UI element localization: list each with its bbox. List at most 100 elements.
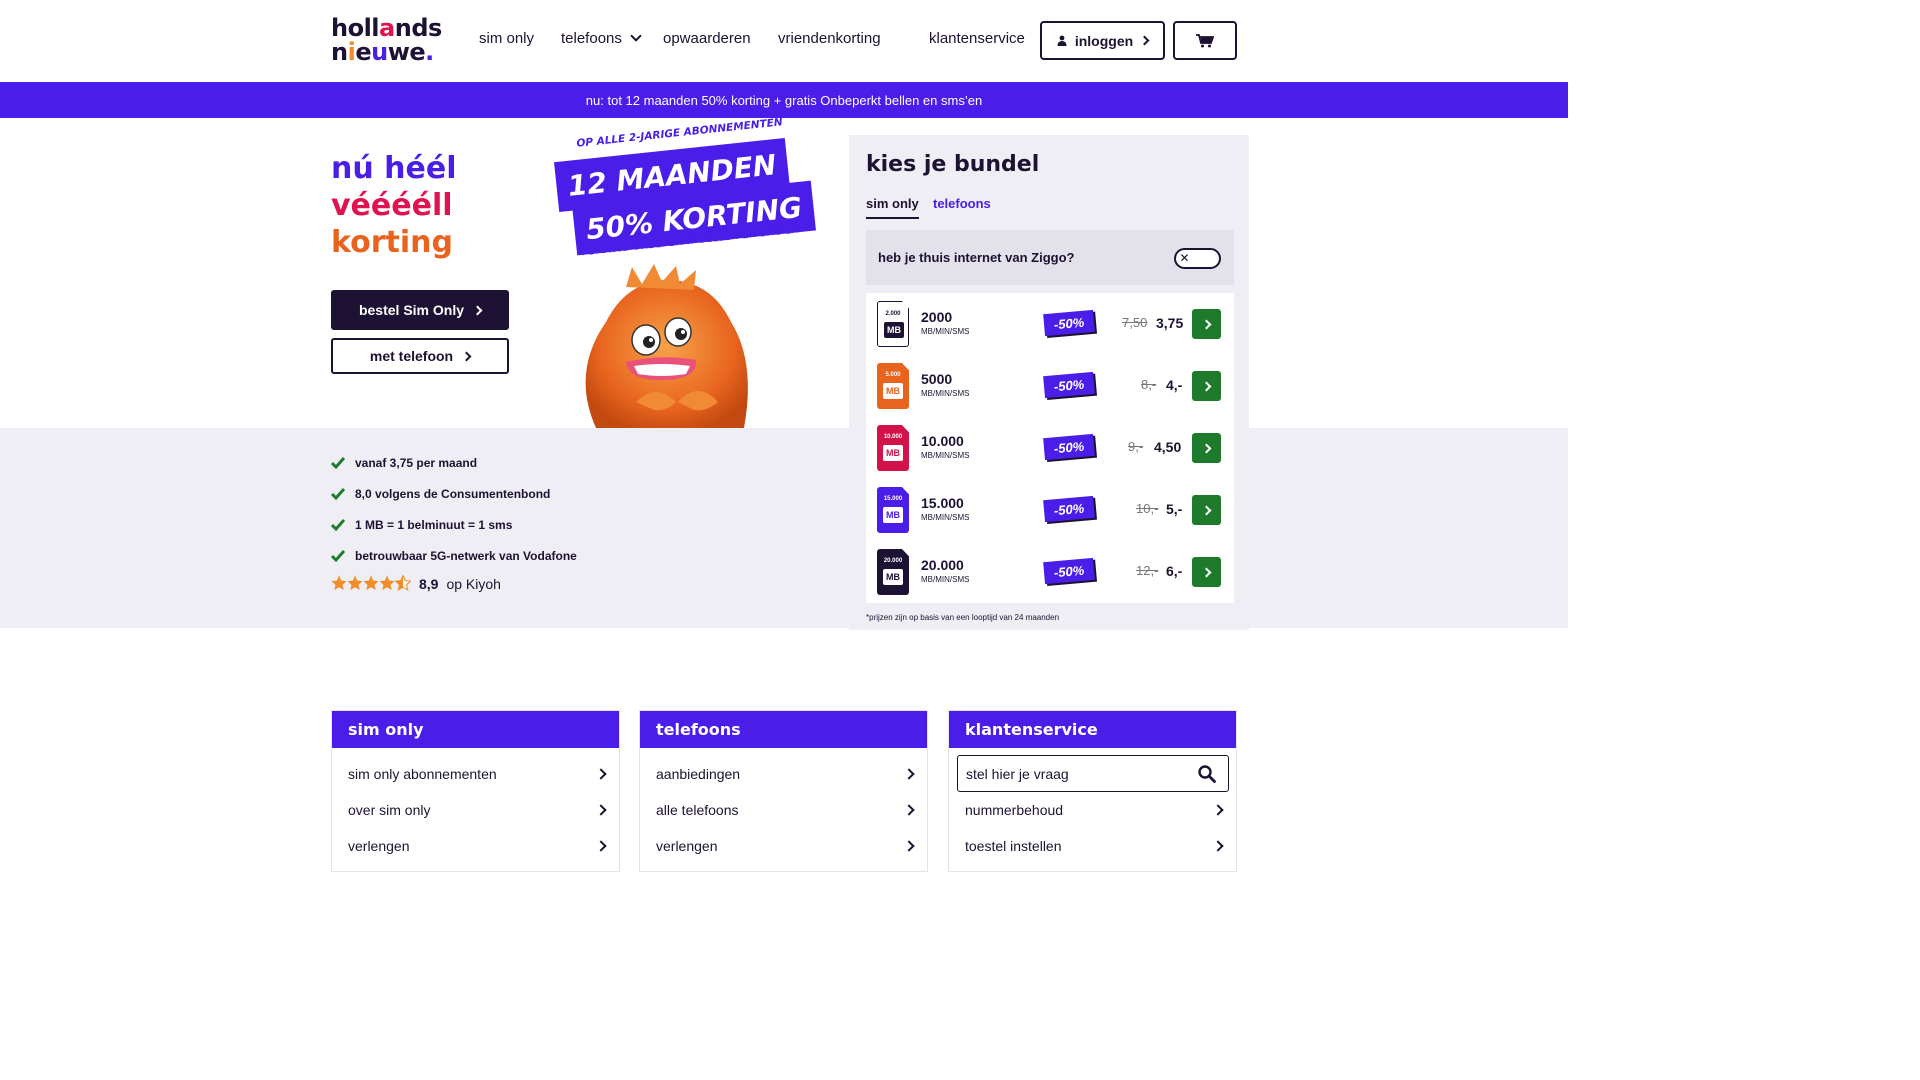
chevron-right-icon — [1201, 381, 1212, 391]
card-link-label: nummerbehoud — [965, 802, 1064, 818]
select-bundle-button[interactable] — [1192, 433, 1221, 463]
order-sim-only-button[interactable]: bestel Sim Only — [331, 290, 509, 330]
old-price: 12,- — [1136, 563, 1159, 578]
card-title: telefoons — [640, 711, 927, 748]
rating-score: 8,9 — [419, 575, 439, 592]
bundle-row[interactable]: 10.000 MB 10.000 MB/MIN/SMS -50% 9,- 4,5… — [866, 417, 1234, 479]
ziggo-question: heb je thuis internet van Ziggo? — [878, 250, 1075, 265]
card-link-label: aanbiedingen — [656, 766, 741, 782]
sim-card-count: 20.000 — [883, 558, 903, 564]
usp-text: vanaf 3,75 per maand — [355, 456, 478, 470]
chevron-down-icon — [630, 30, 642, 42]
login-button[interactable]: inloggen — [1040, 21, 1165, 60]
old-price: 10,- — [1136, 501, 1159, 516]
sim-card-mb: MB — [883, 445, 903, 461]
select-bundle-button[interactable] — [1192, 495, 1221, 525]
old-price: 9,- — [1128, 439, 1144, 454]
usp-text: 1 MB = 1 belminuut = 1 sms — [355, 518, 513, 532]
discount-badge: -50% — [1043, 433, 1095, 461]
chevron-right-icon — [903, 840, 915, 852]
hero-title: nú héél vééééll korting — [331, 150, 457, 261]
discount-badge: -50% — [1043, 495, 1095, 523]
tab-telefoons[interactable]: telefoons — [933, 196, 991, 211]
select-bundle-button[interactable] — [1192, 557, 1221, 587]
chevron-right-icon — [1201, 567, 1212, 577]
usp-item: betrouwbaar 5G-netwerk van Vodafone — [331, 549, 577, 563]
new-price: 6,- — [1166, 563, 1183, 579]
new-price: 4,- — [1166, 377, 1183, 393]
site-header: hollands nieuwe. sim only telefoons opwa… — [0, 0, 1568, 82]
search-icon[interactable] — [1198, 765, 1216, 783]
check-icon — [331, 488, 345, 501]
check-icon — [331, 457, 345, 470]
chevron-right-icon — [472, 305, 483, 315]
sim-card-mb: MB — [883, 507, 903, 523]
ziggo-toggle[interactable]: ✕ — [1174, 248, 1221, 269]
kiyoh-rating[interactable]: 8,9 op Kiyoh — [331, 575, 501, 592]
card-link[interactable]: toestel instellen — [965, 838, 1224, 854]
sim-card-icon: 2.000 MB — [877, 301, 909, 347]
chevron-right-icon — [1212, 804, 1224, 816]
nav-vriendenkorting[interactable]: vriendenkorting — [778, 30, 881, 47]
card-telefoons: telefoons aanbiedingen alle telefoons ve… — [639, 710, 928, 872]
with-phone-label: met telefoon — [369, 348, 454, 364]
card-link[interactable]: verlengen — [656, 838, 915, 854]
select-bundle-button[interactable] — [1192, 309, 1221, 339]
chevron-right-icon — [1201, 443, 1212, 453]
select-bundle-button[interactable] — [1192, 371, 1221, 401]
with-phone-button[interactable]: met telefoon — [331, 338, 509, 374]
old-price: 7,50 — [1122, 315, 1148, 330]
support-search-input[interactable] — [966, 765, 1186, 782]
old-price: 8,- — [1141, 377, 1157, 392]
chevron-right-icon — [903, 768, 915, 780]
bundle-row[interactable]: 2.000 MB 2000 MB/MIN/SMS -50% 7,50 3,75 — [866, 293, 1234, 355]
sim-card-count: 5.000 — [885, 372, 901, 378]
login-label: inloggen — [1074, 32, 1134, 49]
bundle-amount: 15.000 — [921, 495, 964, 511]
user-icon — [1057, 35, 1067, 46]
nav-telefoons[interactable]: telefoons — [561, 30, 642, 47]
cart-button[interactable] — [1173, 21, 1237, 60]
card-title: sim only — [332, 711, 619, 748]
check-icon — [331, 550, 345, 563]
card-link[interactable]: verlengen — [348, 838, 607, 854]
card-link-label: alle telefoons — [656, 802, 739, 818]
tab-sim-only[interactable]: sim only — [866, 196, 919, 219]
nav-opwaarderen[interactable]: opwaarderen — [663, 30, 751, 47]
bundle-amount: 2000 — [921, 309, 953, 325]
hero-title-line1: nú héél — [331, 151, 457, 186]
sim-card-icon: 5.000 MB — [877, 363, 909, 409]
bundle-amount: 10.000 — [921, 433, 964, 449]
sim-card-mb: MB — [883, 383, 903, 399]
support-search — [957, 755, 1229, 792]
card-link[interactable]: sim only abonnementen — [348, 766, 607, 782]
card-link-label: over sim only — [348, 802, 431, 818]
promo-bar[interactable]: nu: tot 12 maanden 50% korting + gratis … — [0, 82, 1568, 118]
bundle-unit: MB/MIN/SMS — [921, 389, 970, 398]
promo-text: nu: tot 12 maanden 50% korting + gratis … — [585, 92, 983, 108]
hollandsnieuwe-logo[interactable]: hollands nieuwe. — [331, 16, 456, 64]
card-link-label: verlengen — [348, 838, 410, 854]
hero-background — [0, 428, 1568, 628]
bundle-row[interactable]: 5.000 MB 5000 MB/MIN/SMS -50% 8,- 4,- — [866, 355, 1234, 417]
bundle-title: kies je bundel — [866, 152, 1040, 177]
sim-card-count: 15.000 — [883, 496, 903, 502]
discount-badge: -50% — [1043, 557, 1095, 585]
card-sim-only: sim only sim only abonnementen over sim … — [331, 710, 620, 872]
card-link[interactable]: nummerbehoud — [965, 802, 1224, 818]
chevron-right-icon — [1212, 840, 1224, 852]
card-link[interactable]: alle telefoons — [656, 802, 915, 818]
cart-icon — [1196, 33, 1214, 47]
bundle-row[interactable]: 15.000 MB 15.000 MB/MIN/SMS -50% 10,- 5,… — [866, 479, 1234, 541]
bundle-row[interactable]: 20.000 MB 20.000 MB/MIN/SMS -50% 12,- 6,… — [866, 541, 1234, 603]
usp-item: vanaf 3,75 per maand — [331, 456, 477, 470]
usp-text: betrouwbaar 5G-netwerk van Vodafone — [355, 549, 577, 563]
sim-card-count: 2.000 — [885, 311, 901, 317]
bundle-list: 2.000 MB 2000 MB/MIN/SMS -50% 7,50 3,75 … — [866, 293, 1234, 603]
nav-sim-only[interactable]: sim only — [479, 30, 534, 47]
card-link[interactable]: over sim only — [348, 802, 607, 818]
chevron-right-icon — [595, 804, 607, 816]
chevron-right-icon — [1139, 35, 1150, 46]
nav-klantenservice[interactable]: klantenservice — [929, 30, 1025, 47]
card-link[interactable]: aanbiedingen — [656, 766, 915, 782]
